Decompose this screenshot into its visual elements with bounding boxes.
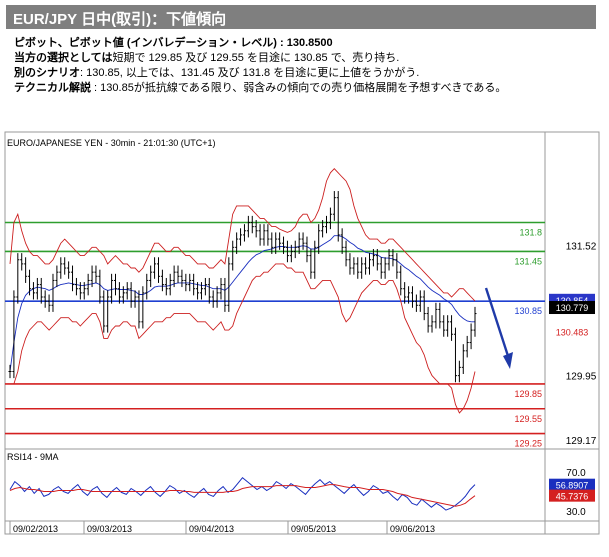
forecast-arrow-head	[503, 352, 513, 369]
level-label-131.45: 131.45	[514, 256, 542, 266]
x-tick-label: 09/02/2013	[13, 524, 58, 534]
bollinger-band-lower	[10, 263, 476, 414]
report-page: EUR/JPY 日中(取引)：下値傾向 ピボット、ピボット値 (インバレデーショ…	[0, 0, 609, 557]
level-label-129.85: 129.85	[514, 389, 542, 399]
y-tick-label: 131.52	[566, 242, 597, 253]
rsi-tag: 45.7376	[556, 492, 589, 502]
rsi-tag: 56.8907	[556, 481, 589, 491]
level-label-129.25: 129.25	[514, 439, 542, 449]
level-label-131.8: 131.8	[519, 228, 542, 238]
y-tick-label: 129.17	[566, 436, 597, 447]
rsi-tick-label: 70.0	[566, 468, 586, 479]
price-chart: EURO/JAPANESE YEN - 30min - 21:01:30 (UT…	[4, 131, 600, 535]
moving-average-line	[9, 235, 475, 372]
chart-title: EURO/JAPANESE YEN - 30min - 21:01:30 (UT…	[7, 138, 216, 148]
x-tick-label: 09/04/2013	[189, 524, 234, 534]
x-tick-label: 09/05/2013	[291, 524, 336, 534]
rsi-title: RSI14 - 9MA	[7, 452, 59, 462]
y-tick-label: 129.95	[566, 372, 597, 383]
x-tick-label: 09/03/2013	[87, 524, 132, 534]
price-tag-low: 130.483	[556, 328, 589, 338]
rsi-line-rsi	[9, 476, 476, 511]
level-label-130.85: 130.85	[514, 306, 542, 316]
x-tick-label: 09/06/2013	[390, 524, 435, 534]
forecast-arrow-shaft	[484, 287, 510, 357]
price-tag-last: 130.779	[556, 303, 589, 313]
level-label-129.55: 129.55	[514, 414, 542, 424]
rsi-tick-label: 30.0	[566, 507, 586, 518]
bollinger-band-upper	[9, 168, 476, 302]
